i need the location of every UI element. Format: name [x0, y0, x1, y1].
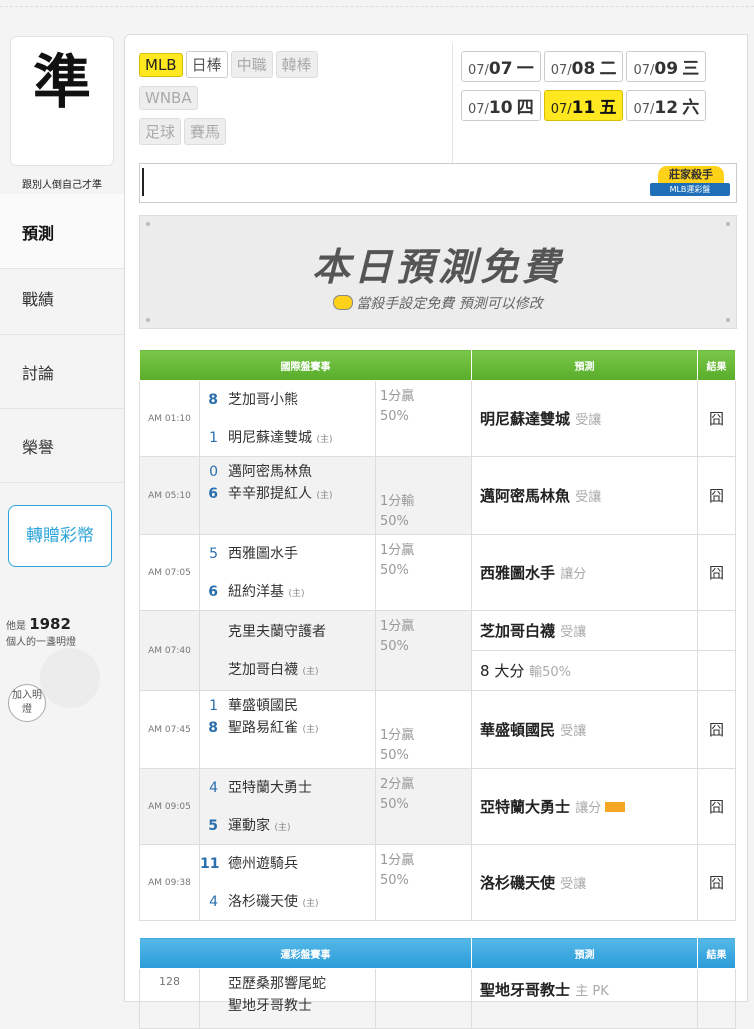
- join-lamp-button[interactable]: 加入明燈: [8, 684, 46, 722]
- sidebar: 準 跟別人倒自己才準 預測 戰績 討論 榮譽 轉贈彩幣 他是 1982 個人的一…: [0, 28, 124, 1000]
- table-row: AM 09:38 11 德州遊騎兵 4 洛杉磯天使 (主) 1分贏 50% 洛杉磯天使…: [139, 844, 737, 921]
- tab-npb[interactable]: 日棒: [185, 51, 228, 78]
- lamp-count: 1982: [29, 615, 71, 633]
- sidebar-item-label: 討論: [22, 364, 55, 383]
- sidebar-item-record[interactable]: 戰績: [0, 260, 124, 335]
- logo: 準: [10, 36, 114, 166]
- main-panel: MLB 日棒 中職 韓棒 WNBA 足球 賽馬 07/07 一 07/08 二 07/09 …: [124, 34, 751, 1029]
- date-tab[interactable]: 07/07 一: [461, 51, 541, 82]
- banner-title: 本日預測免費: [311, 244, 564, 289]
- date-tab-selected[interactable]: 07/11 五: [543, 90, 624, 121]
- tab-horse-racing[interactable]: 賽馬: [184, 118, 227, 145]
- toggle-icon: [333, 295, 354, 310]
- tab-soccer[interactable]: 足球: [139, 118, 182, 145]
- table-header: 結果: [697, 937, 737, 969]
- free-prediction-banner: 本日預測免費 當殺手設定免費 預測可以修改: [139, 215, 737, 329]
- table-header: 預測: [471, 349, 699, 381]
- table-header: 運彩盤賽事: [138, 937, 473, 969]
- lamp-count-text: 他是 1982 個人的一盞明燈: [6, 615, 76, 648]
- date-tab[interactable]: 07/10 四: [461, 90, 541, 121]
- lamp-icon: [40, 648, 100, 708]
- sidebar-item-label: 榮譽: [22, 438, 55, 457]
- sidebar-item-label: 預測: [22, 224, 55, 243]
- date-tab[interactable]: 07/08 二: [543, 51, 624, 82]
- date-tab[interactable]: 07/09 三: [626, 51, 707, 82]
- tab-wnba[interactable]: WNBA: [139, 86, 198, 110]
- bookmaker-killer-badge: 莊家殺手 MLB運彩盤: [648, 166, 732, 200]
- table-row: 128 亞歷桑那響尾蛇 聖地牙哥教士 聖地牙哥教士 主 PK: [139, 968, 737, 1029]
- date-tab[interactable]: 07/12 六: [626, 90, 707, 121]
- tab-mlb[interactable]: MLB: [139, 53, 183, 77]
- table-row: AM 05:10 0 邁阿密馬林魚 6 辛辛那提紅人 (主) 1分輸 50% 邁阿密馬…: [139, 456, 737, 535]
- logo-subtitle: 跟別人倒自己才準: [22, 180, 102, 191]
- banner-subtitle: 當殺手設定免費 預測可以修改: [356, 296, 543, 312]
- divider: [452, 43, 453, 165]
- intl-odds-table: 國際盤賽事 預測 結果 AM 01:10 8 芝加哥小熊 1 明尼蘇達雙城 (主) …: [138, 349, 737, 921]
- table-row: AM 07:40 克里夫蘭守護者 芝加哥白襪 (主) 1分贏 50% 芝加哥白襪 …: [139, 610, 737, 691]
- table-row: AM 07:45 1 華盛頓國民 8 聖路易紅雀 (主) 1分贏 50% 華盛頓國民 …: [139, 690, 737, 769]
- sidebar-item-label: 戰績: [22, 290, 55, 309]
- table-row: AM 09:05 4 亞特蘭大勇士 5 運動家 (主) 2分贏 50% 亞特蘭大勇士 …: [139, 768, 737, 845]
- paid-tag-icon: [605, 802, 626, 812]
- table-header: 預測: [471, 937, 699, 969]
- league-tabs: MLB 日棒 中職 韓棒 WNBA 足球 賽馬: [139, 51, 439, 153]
- sidebar-item-honor[interactable]: 榮譽: [0, 408, 124, 483]
- table-row: AM 07:05 5 西雅圖水手 6 紐約洋基 (主) 1分贏 50% 西雅圖水手 讓…: [139, 534, 737, 611]
- prediction-input[interactable]: 莊家殺手 MLB運彩盤: [139, 163, 737, 203]
- sidebar-item-predict[interactable]: 預測: [0, 194, 124, 269]
- result-cell: 囧: [697, 380, 737, 457]
- tab-kbo[interactable]: 韓棒: [275, 51, 318, 78]
- table-header: 國際盤賽事: [138, 349, 473, 381]
- table-row: AM 01:10 8 芝加哥小熊 1 明尼蘇達雙城 (主) 1分贏 50% 明尼蘇達雙…: [139, 380, 737, 457]
- game-time: AM 01:10: [139, 380, 200, 457]
- sports-lottery-table: 運彩盤賽事 預測 結果 128 亞歷桑那響尾蛇 聖地牙哥教士 聖地牙哥教士 主 …: [138, 937, 737, 1029]
- date-tabs: 07/07 一 07/08 二 07/09 三 07/10 四 07/11 五 07/1…: [461, 51, 751, 129]
- text-caret: [142, 168, 144, 196]
- prediction-cell: 明尼蘇達雙城 受讓: [471, 380, 699, 457]
- top-dashed-border: [0, 0, 754, 7]
- sidebar-item-discuss[interactable]: 討論: [0, 334, 124, 409]
- logo-character: 準: [32, 48, 91, 116]
- tab-cpbl[interactable]: 中職: [230, 51, 273, 78]
- table-header: 結果: [697, 349, 737, 381]
- gift-coins-button[interactable]: 轉贈彩幣: [8, 505, 112, 567]
